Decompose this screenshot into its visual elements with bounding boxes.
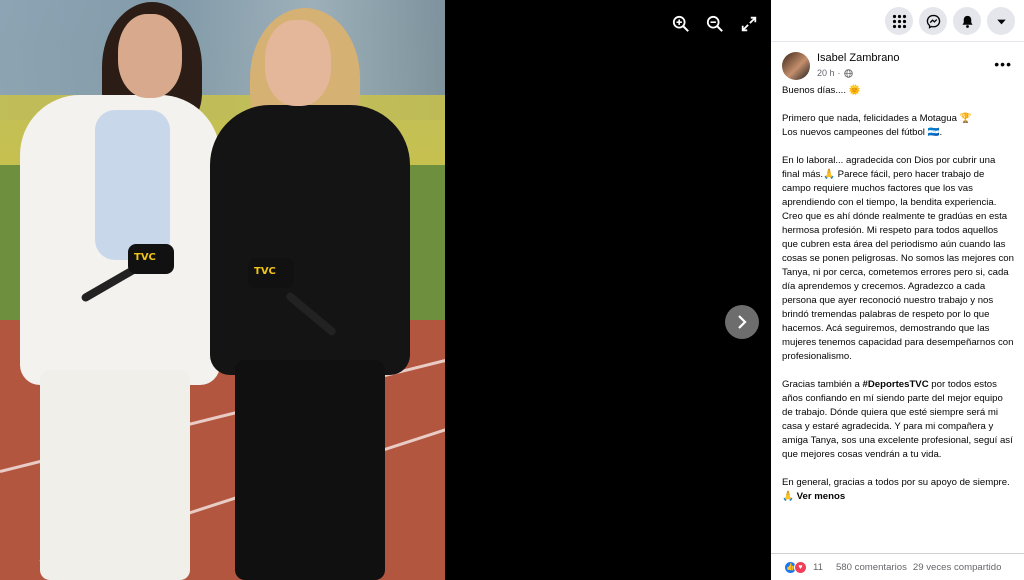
mic-logo: TVC bbox=[134, 252, 156, 263]
woman-left-face bbox=[118, 14, 182, 98]
reaction-icons[interactable]: 👍 ♥ bbox=[784, 560, 807, 574]
avatar[interactable] bbox=[782, 52, 810, 80]
post-author-header: Isabel Zambrano 20 h · ••• bbox=[782, 52, 1012, 82]
next-photo-button[interactable] bbox=[725, 305, 759, 339]
woman-left-white-pants bbox=[40, 370, 190, 580]
post-paragraph: Gracias también a #DeportesTVC por todos… bbox=[782, 378, 1014, 462]
post-paragraph: Buenos días.... 🌞 bbox=[782, 85, 861, 96]
hashtag-link[interactable]: #DeportesTVC bbox=[863, 379, 929, 390]
comments-count[interactable]: 580 comentarios bbox=[836, 562, 907, 573]
globe-icon bbox=[843, 68, 853, 78]
notifications-icon[interactable] bbox=[953, 7, 981, 35]
microphone-right: TVC bbox=[248, 258, 294, 288]
chevron-right-icon bbox=[738, 315, 747, 329]
post-panel: Isabel Zambrano 20 h · ••• Buenos días..… bbox=[771, 0, 1024, 580]
post-paragraph: En general, gracias a todos por su apoyo… bbox=[782, 476, 1014, 504]
see-less-link[interactable]: Ver menos bbox=[797, 491, 846, 502]
menu-grid-icon[interactable] bbox=[885, 7, 913, 35]
post-meta: 20 h · bbox=[817, 68, 853, 78]
woman-right-black-suit bbox=[210, 105, 410, 375]
messenger-icon[interactable] bbox=[919, 7, 947, 35]
post-text: Buenos días.... 🌞 Primero que nada, feli… bbox=[782, 84, 1014, 544]
fullscreen-icon[interactable] bbox=[738, 13, 760, 35]
microphone-left: TVC bbox=[128, 244, 174, 274]
mic-logo: TVC bbox=[254, 266, 276, 277]
shares-count[interactable]: 29 veces compartido bbox=[913, 562, 1002, 573]
more-options-icon[interactable]: ••• bbox=[994, 56, 1012, 72]
woman-right-face bbox=[265, 20, 331, 106]
post-time[interactable]: 20 h bbox=[817, 68, 835, 78]
zoom-out-icon[interactable] bbox=[704, 13, 726, 35]
top-icons bbox=[885, 7, 1015, 35]
post-photo[interactable]: TVC TVC bbox=[0, 0, 445, 580]
text-segment: por todos estos años confiando en mí sie… bbox=[782, 379, 1013, 460]
love-icon: ♥ bbox=[794, 560, 807, 574]
post-paragraph: En lo laboral... agradecida con Dios por… bbox=[782, 155, 1014, 362]
post-stats-bar: 👍 ♥ 11 580 comentarios 29 veces comparti… bbox=[771, 553, 1024, 580]
woman-left-blue-shirt bbox=[95, 110, 170, 260]
reaction-count[interactable]: 11 bbox=[813, 562, 823, 573]
text-segment: Gracias también a bbox=[782, 379, 863, 390]
viewer-toolbar bbox=[670, 13, 760, 35]
photo-viewer: TVC TVC bbox=[0, 0, 771, 580]
account-caret-icon[interactable] bbox=[987, 7, 1015, 35]
top-bar bbox=[771, 0, 1024, 42]
author-name[interactable]: Isabel Zambrano bbox=[817, 52, 900, 64]
woman-right-black-pants bbox=[235, 360, 385, 580]
separator-dot: · bbox=[837, 68, 841, 78]
post-paragraph: Primero que nada, felicidades a Motagua … bbox=[782, 113, 972, 138]
zoom-in-icon[interactable] bbox=[670, 13, 692, 35]
